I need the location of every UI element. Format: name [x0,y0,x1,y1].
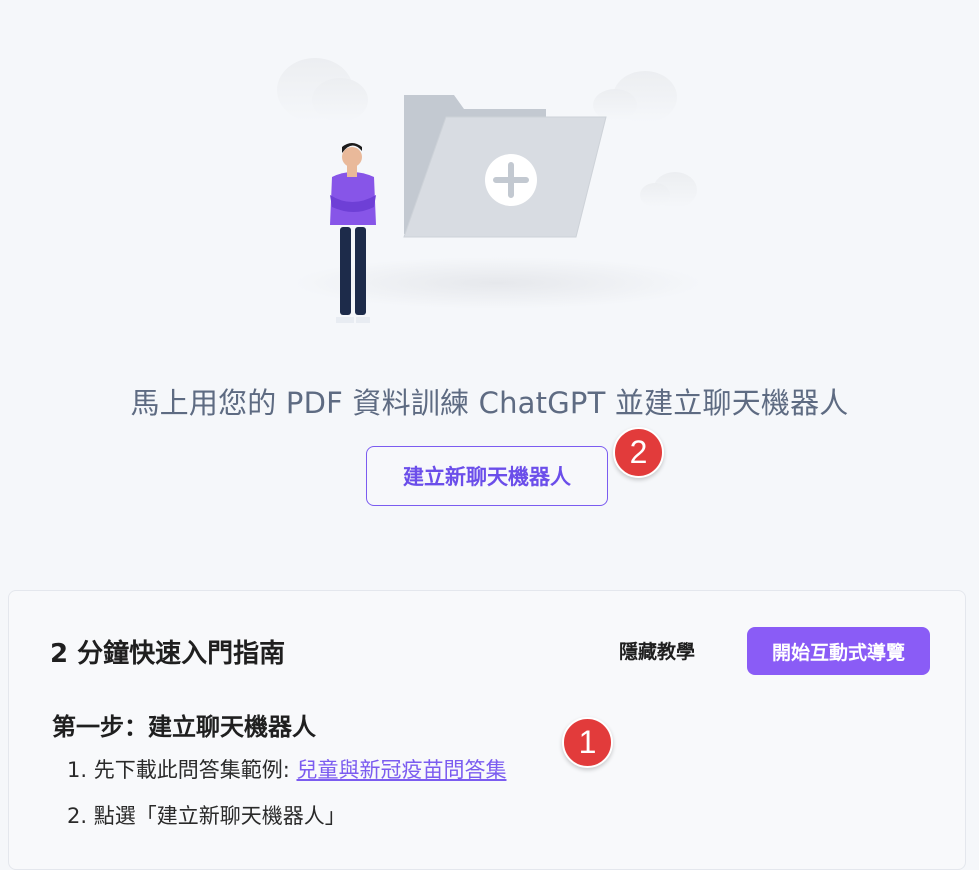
cloud-icon [277,58,368,122]
list-item: 2. 點選「建立新聊天機器人」 [67,803,506,849]
step1-list: 1. 先下載此問答集範例: 兒童與新冠疫苗問答集 2. 點選「建立新聊天機器人」 [67,757,506,849]
download-sample-link[interactable]: 兒童與新冠疫苗問答集 [296,758,506,782]
list-item-number: 1. [67,758,88,782]
list-item-text: 先下載此問答集範例: [93,758,297,782]
hide-tutorial-button[interactable]: 隱藏教學 [619,637,695,664]
empty-folder-illustration [277,58,703,323]
hero-tagline: 馬上用您的 PDF 資料訓練 ChatGPT 並建立聊天機器人 [130,386,849,420]
list-item-number: 2. [67,804,88,828]
guide-title: 2 分鐘快速入門指南 [50,639,286,669]
list-item: 1. 先下載此問答集範例: 兒童與新冠疫苗問答集 [67,757,506,803]
plus-icon [485,154,537,206]
quickstart-guide-card: 2 分鐘快速入門指南 隱藏教學 開始互動式導覽 第一步：建立聊天機器人 1. 先… [8,590,966,870]
step1-heading: 第一步：建立聊天機器人 [52,713,316,741]
cloud-icon [593,71,677,123]
step-badge-2: 2 [613,427,664,478]
start-interactive-tour-button[interactable]: 開始互動式導覽 [747,627,930,675]
cloud-icon [640,172,697,208]
create-chatbot-button[interactable]: 建立新聊天機器人 [366,446,608,506]
step-badge-1: 1 [562,717,613,768]
list-item-text: 點選「建立新聊天機器人」 [93,804,346,828]
